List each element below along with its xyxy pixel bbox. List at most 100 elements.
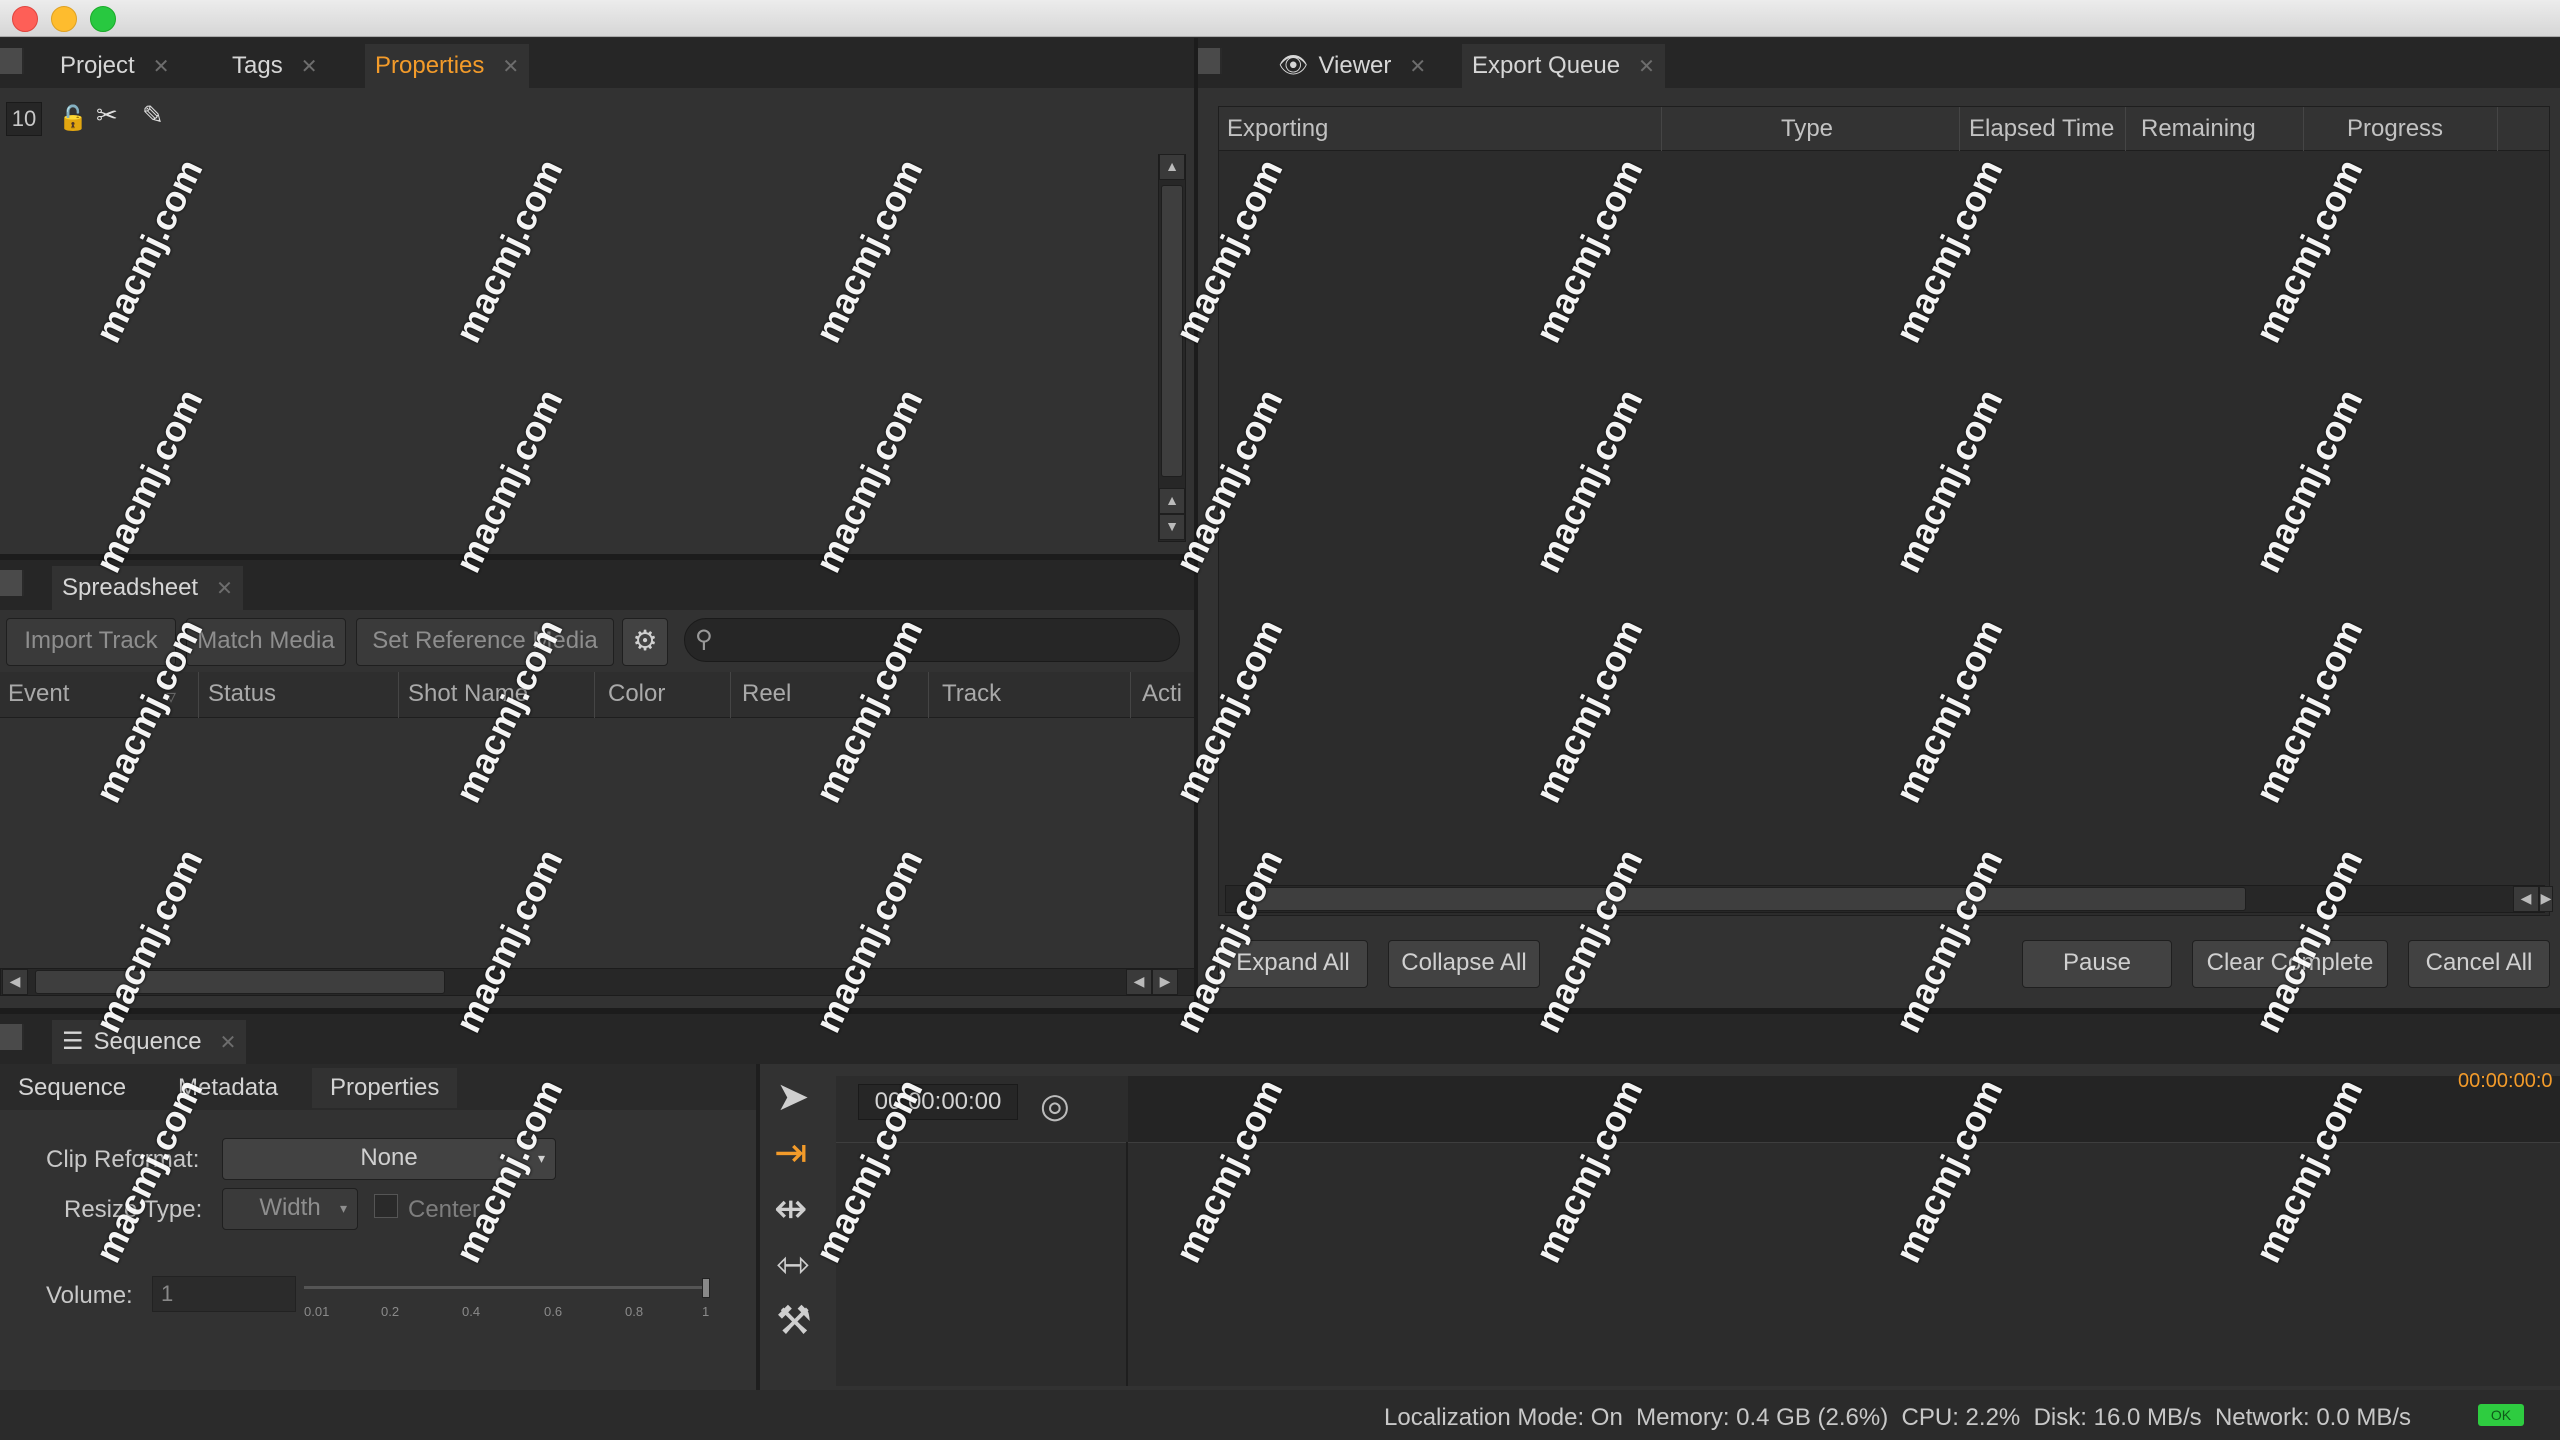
column-header-exporting[interactable]: Exporting xyxy=(1227,107,1328,151)
scroll-left-icon[interactable]: ◀ xyxy=(1126,969,1152,995)
scroll-thumb[interactable] xyxy=(1254,887,2246,911)
close-icon[interactable]: ✕ xyxy=(216,578,233,600)
slip-tool-icon[interactable]: ⇹ xyxy=(774,1186,808,1232)
close-icon[interactable]: ✕ xyxy=(502,56,519,78)
volume-tick-labels: 0.01 0.2 0.4 0.6 0.8 1 xyxy=(304,1304,710,1322)
tab-tags-label: Tags xyxy=(232,52,283,79)
minimize-window-button[interactable] xyxy=(51,6,77,32)
panel-divider[interactable] xyxy=(0,554,1194,560)
subtab-properties[interactable]: Properties xyxy=(312,1068,458,1108)
pause-button[interactable]: Pause xyxy=(2022,940,2172,988)
tab-viewer[interactable]: 👁 Viewer ✕ xyxy=(1268,44,1436,88)
clip-reformat-label: Clip Reformat: xyxy=(46,1146,200,1173)
scroll-thumb[interactable] xyxy=(1161,185,1183,477)
scroll-left-icon[interactable]: ◀ xyxy=(2513,886,2539,912)
cancel-all-button[interactable]: Cancel All xyxy=(2408,940,2550,988)
match-media-button[interactable]: Match Media xyxy=(186,618,346,666)
tab-spreadsheet-label: Spreadsheet xyxy=(62,574,199,601)
scroll-thumb[interactable] xyxy=(35,970,445,994)
multi-track-tool-icon[interactable]: ⇿ xyxy=(776,1242,810,1288)
gear-icon[interactable]: ⚙ xyxy=(622,618,668,666)
column-header-remaining[interactable]: Remaining xyxy=(2141,107,2256,151)
tick-label: 0.4 xyxy=(462,1304,481,1319)
column-header-reel[interactable]: Reel xyxy=(742,672,791,716)
close-icon[interactable]: ✕ xyxy=(153,56,170,78)
close-icon[interactable]: ✕ xyxy=(1638,56,1655,78)
panel-menu-handle[interactable] xyxy=(0,48,24,74)
sort-icon[interactable]: ▿ xyxy=(166,684,176,709)
pencil-icon[interactable]: ✎ xyxy=(142,100,172,130)
column-header-type[interactable]: Type xyxy=(1781,107,1833,151)
history-count: 10 xyxy=(6,102,42,136)
volume-slider-handle[interactable] xyxy=(702,1278,710,1298)
scroll-right-icon[interactable]: ▶ xyxy=(1152,969,1178,995)
import-track-button[interactable]: Import Track xyxy=(6,618,176,666)
column-header-status[interactable]: Status xyxy=(208,672,276,716)
panel-divider[interactable] xyxy=(1194,38,1198,1008)
collapse-all-button[interactable]: Collapse All xyxy=(1388,940,1540,988)
panel-menu-handle[interactable] xyxy=(1198,48,1222,74)
insert-tool-icon[interactable]: ⇥ xyxy=(774,1130,808,1176)
timecode-field[interactable]: 00:00:00:00 xyxy=(858,1084,1018,1120)
tick-label: 0.6 xyxy=(544,1304,563,1319)
pointer-tool-icon[interactable]: ➤ xyxy=(776,1074,810,1120)
clear-complete-button[interactable]: Clear Complete xyxy=(2192,940,2388,988)
tab-project[interactable]: Project ✕ xyxy=(50,44,179,88)
tab-spreadsheet[interactable]: Spreadsheet ✕ xyxy=(52,566,243,610)
timeline-ruler[interactable] xyxy=(1128,1076,2560,1142)
volume-slider-track[interactable] xyxy=(304,1286,708,1289)
volume-field[interactable]: 1 xyxy=(152,1276,296,1312)
scroll-right-icon[interactable]: ▶ xyxy=(2539,886,2553,912)
scroll-up-icon[interactable]: ▲ xyxy=(1159,154,1185,180)
close-icon[interactable]: ✕ xyxy=(220,1032,237,1054)
column-header-event[interactable]: Event xyxy=(8,672,69,716)
expand-all-button[interactable]: Expand All xyxy=(1218,940,1368,988)
tab-properties[interactable]: Properties ✕ xyxy=(365,44,530,88)
divider xyxy=(836,1142,2560,1143)
panel-divider xyxy=(756,1064,760,1390)
razor-tool-icon[interactable]: ⚒ xyxy=(776,1298,812,1344)
resize-type-dropdown[interactable]: Width ▾ xyxy=(222,1188,358,1230)
column-header-progress[interactable]: Progress xyxy=(2347,107,2443,151)
sequence-tabbar: ☰ Sequence ✕ xyxy=(0,1014,2560,1064)
tick-label: 0.8 xyxy=(625,1304,644,1319)
panel-divider[interactable] xyxy=(0,1008,2560,1014)
panel-menu-handle[interactable] xyxy=(0,570,24,596)
tick-label: 1 xyxy=(702,1304,710,1319)
close-icon[interactable]: ✕ xyxy=(1409,56,1426,78)
column-header-action[interactable]: Acti xyxy=(1142,672,1182,716)
column-header-track[interactable]: Track xyxy=(942,672,1001,716)
export-queue-horizontal-scrollbar[interactable] xyxy=(1225,885,2545,913)
spreadsheet-horizontal-scrollbar[interactable] xyxy=(0,968,1196,996)
scroll-down-icon[interactable]: ▼ xyxy=(1159,514,1185,540)
clear-icon[interactable]: ✂ xyxy=(96,100,126,130)
tab-export-queue[interactable]: Export Queue ✕ xyxy=(1462,44,1665,88)
export-queue-panel: 👁 Viewer ✕ Export Queue ✕ Exporting Type El… xyxy=(1198,38,2560,1008)
tab-export-queue-label: Export Queue xyxy=(1472,52,1621,79)
subtab-sequence[interactable]: Sequence xyxy=(0,1068,144,1108)
tab-sequence[interactable]: ☰ Sequence ✕ xyxy=(52,1020,247,1064)
subtab-metadata[interactable]: Metadata xyxy=(160,1068,296,1108)
scroll-left-icon[interactable]: ◀ xyxy=(2,969,28,995)
search-input[interactable]: ⚲ xyxy=(684,618,1180,662)
eye-icon: 👁 xyxy=(1278,52,1309,79)
close-icon[interactable]: ✕ xyxy=(301,56,318,78)
search-icon: ⚲ xyxy=(695,626,713,653)
set-reference-media-button[interactable]: Set Reference Media xyxy=(356,618,614,666)
lock-icon[interactable]: 🔓 xyxy=(58,104,88,134)
column-header-color[interactable]: Color xyxy=(608,672,665,716)
center-checkbox[interactable] xyxy=(374,1194,398,1218)
column-header-elapsed-time[interactable]: Elapsed Time xyxy=(1969,107,2114,151)
scroll-up-icon[interactable]: ▲ xyxy=(1159,488,1185,514)
clip-reformat-dropdown[interactable]: None ▾ xyxy=(222,1138,556,1180)
table-header: Exporting Type Elapsed Time Remaining Pr… xyxy=(1219,107,2549,151)
center-label: Center xyxy=(408,1196,481,1223)
properties-vertical-scrollbar[interactable] xyxy=(1158,154,1186,542)
chevron-down-icon: ▾ xyxy=(537,1150,545,1166)
close-window-button[interactable] xyxy=(12,6,38,32)
column-header-shot-name[interactable]: Shot Name xyxy=(408,672,528,716)
zoom-window-button[interactable] xyxy=(90,6,116,32)
tab-tags[interactable]: Tags ✕ xyxy=(222,44,327,88)
snap-icon[interactable]: ◎ xyxy=(1040,1086,1070,1126)
panel-menu-handle[interactable] xyxy=(0,1024,24,1050)
